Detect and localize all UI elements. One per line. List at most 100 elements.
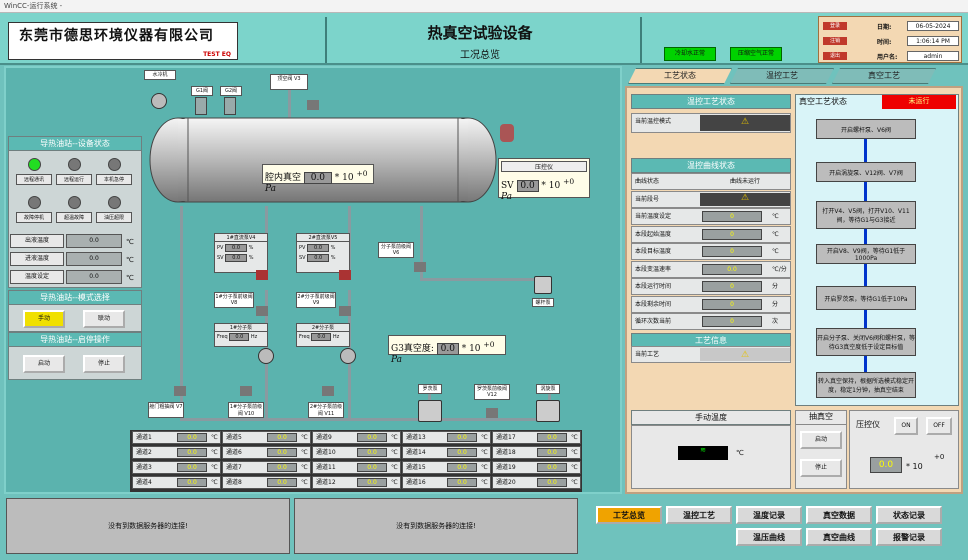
channel-label: 通道20: [496, 479, 516, 486]
freq-label: Freq: [299, 334, 310, 340]
channel-value: 0.0: [357, 463, 387, 472]
channel-label: 通道7: [226, 464, 242, 471]
manual-mode-button[interactable]: 手动: [23, 310, 65, 328]
tab-vacuum-process[interactable]: 真空工艺: [832, 68, 936, 84]
v12-valve-icon[interactable]: [486, 408, 498, 418]
roots-pump-icon[interactable]: [418, 400, 442, 422]
window-title-bar: WinCC-运行系统 -: [0, 0, 968, 13]
oil-start-button[interactable]: 启动: [23, 355, 65, 373]
oil-row-unit: ℃: [126, 238, 134, 246]
channel-unit: ℃: [211, 434, 218, 441]
sv-value: 0.0: [225, 254, 248, 262]
channel-unit: ℃: [481, 449, 488, 456]
curve-state-title: 温控曲线状态: [631, 158, 791, 173]
g3-value: 0.0: [436, 343, 459, 355]
time-value: 1:06:14 PM: [907, 36, 959, 46]
channel-row: 通道13 0.0 ℃: [402, 431, 491, 444]
channel-label: 通道5: [226, 434, 242, 441]
v7-valve-icon[interactable]: [174, 386, 186, 396]
vacuum-step-box: 开启分子泵、关闭V6阀和螺杆泵，等待G3真空度低于设定目标值: [816, 328, 916, 356]
chiller-icon[interactable]: [151, 93, 167, 109]
chamber-vacuum-label: 腔内真空: [265, 173, 302, 183]
v12-label: 罗茨泵前级阀 V12: [474, 384, 510, 400]
chamber-vacuum-value: 0.0: [303, 172, 332, 184]
v3-label: 顶空阀 V3: [270, 74, 308, 90]
curve-row-unit: 次: [772, 318, 779, 325]
v5-valve-icon[interactable]: [339, 270, 351, 280]
curve-row: 本段起始温度 0 ℃: [631, 225, 791, 243]
v10-valve-icon[interactable]: [240, 386, 252, 396]
nav-button-7[interactable]: 报警记录: [876, 528, 942, 546]
channel-unit: ℃: [571, 449, 578, 456]
status-lamp-label: 超温故障: [56, 212, 92, 223]
oil-row-label: 温度设定: [10, 270, 64, 284]
login-button[interactable]: 登录: [823, 22, 847, 30]
nav-button-3[interactable]: 真空数据: [806, 506, 872, 524]
v9-valve-icon[interactable]: [339, 306, 351, 316]
channel-label: 通道11: [316, 464, 336, 471]
pipe: [420, 278, 542, 281]
molecular-pump-1-icon[interactable]: [258, 348, 274, 364]
status-lamp-icon: [108, 196, 121, 209]
user-value: admin: [907, 51, 959, 61]
status-lamp-label: 远程通讯: [16, 174, 52, 185]
status-lamp-icon: [108, 158, 121, 171]
v3-valve-icon[interactable]: [307, 100, 319, 110]
nav-button-6[interactable]: 真空曲线: [806, 528, 872, 546]
pump-stop-button[interactable]: 停止: [800, 459, 842, 477]
nav-button-4[interactable]: 状态记录: [876, 506, 942, 524]
tab-process-state[interactable]: 工艺状态: [628, 68, 732, 84]
sv-label: SV: [217, 255, 224, 261]
screw-pump-icon[interactable]: [534, 276, 552, 294]
nav-button-5[interactable]: 温压曲线: [736, 528, 802, 546]
nav-button-1[interactable]: 温控工艺: [666, 506, 732, 524]
oil-stop-button[interactable]: 停止: [83, 355, 125, 373]
logout-button[interactable]: 注销: [823, 37, 847, 45]
tab-temp-process[interactable]: 温控工艺: [730, 68, 834, 84]
g1-gauge-icon[interactable]: [195, 97, 207, 115]
channel-value: 0.0: [447, 433, 477, 442]
channel-label: 通道10: [316, 449, 336, 456]
channel-value: 0.0: [177, 463, 207, 472]
pc-off-button[interactable]: OFF: [926, 417, 952, 435]
pc-on-button[interactable]: ON: [894, 417, 918, 435]
sv-value: 0.0: [307, 254, 330, 262]
exit-button[interactable]: 退出: [823, 52, 847, 60]
curve-row-label: 本段目标温度: [635, 248, 672, 255]
g2-gauge-icon[interactable]: [224, 97, 236, 115]
scroll-pump-icon[interactable]: [536, 400, 560, 422]
connection-message-1: 没有到数据服务器的连接!: [6, 498, 290, 554]
channel-unit: ℃: [391, 464, 398, 471]
channel-unit: ℃: [571, 479, 578, 486]
v4-valve-icon[interactable]: [256, 270, 268, 280]
v11-valve-icon[interactable]: [322, 386, 334, 396]
current-process-label: 当前工艺: [635, 351, 660, 358]
nav-button-0[interactable]: 工艺总览: [596, 506, 662, 524]
v6-valve-icon[interactable]: [414, 262, 426, 272]
nav-button-2[interactable]: 温度记录: [736, 506, 802, 524]
channel-row: 通道3 0.0 ℃: [132, 461, 221, 474]
v8-valve-icon[interactable]: [256, 306, 268, 316]
linked-mode-button[interactable]: 联动: [83, 310, 125, 328]
channel-unit: ℃: [481, 479, 488, 486]
unit-pa: Pa: [501, 192, 513, 202]
pv-label: PV: [299, 245, 306, 251]
channel-label: 通道4: [136, 479, 152, 486]
pc-value: 0.0: [870, 457, 902, 473]
pump-start-button[interactable]: 启动: [800, 431, 842, 449]
oil-row-value: 0.0: [66, 234, 122, 248]
channel-row: 通道4 0.0 ℃: [132, 476, 221, 489]
oil-row-value: 0.0: [66, 270, 122, 284]
curve-row-value: 0: [702, 281, 762, 292]
channel-unit: ℃: [481, 434, 488, 441]
user-info-panel: 登录 注销 退出 日期: 06-05-2024 时间: 1:06:14 PM 用…: [818, 16, 962, 63]
oil-row-label: 进液温度: [10, 252, 64, 266]
channel-value: 0.0: [267, 433, 297, 442]
heater-icon[interactable]: [500, 124, 514, 142]
page-subtitle: 工况总览: [460, 50, 500, 61]
chamber-vacuum-display: 腔内真空 0.0 * 10 +0 Pa: [262, 164, 374, 194]
unit-pa: Pa: [265, 184, 277, 194]
channel-label: 通道13: [406, 434, 426, 441]
molecular-pump-2-icon[interactable]: [340, 348, 356, 364]
temp-state-title: 温控工艺状态: [631, 94, 791, 109]
